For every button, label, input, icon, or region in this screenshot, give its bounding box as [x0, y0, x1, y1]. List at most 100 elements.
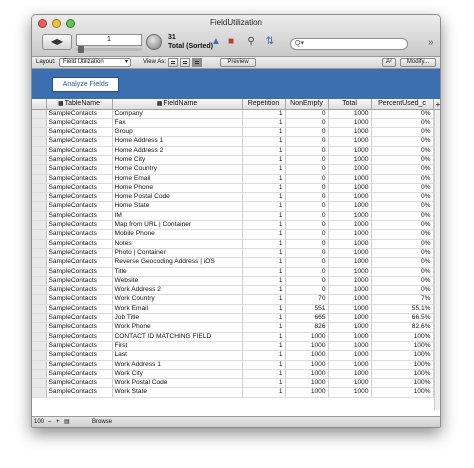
- table-row[interactable]: SampleContacts Work Address 2 1 0 1000 0%: [32, 285, 434, 296]
- cell-total[interactable]: 1000: [328, 257, 372, 268]
- row-gutter[interactable]: [32, 239, 47, 249]
- cell-total[interactable]: 1000: [328, 164, 372, 175]
- cell-fieldname[interactable]: Last: [112, 350, 243, 361]
- table-row[interactable]: SampleContacts Map from URL | Container 1 0…: [32, 220, 434, 231]
- cell-nonempty[interactable]: 665: [285, 313, 329, 324]
- row-gutter[interactable]: [32, 360, 47, 370]
- cell-tablename[interactable]: SampleContacts: [46, 211, 113, 222]
- cell-total[interactable]: 1000: [328, 378, 372, 389]
- cell-total[interactable]: 1000: [328, 220, 372, 231]
- cell-percentused[interactable]: 100%: [371, 341, 434, 352]
- cell-nonempty[interactable]: 0: [285, 257, 329, 268]
- cell-nonempty[interactable]: 0: [285, 211, 329, 222]
- cell-repetition[interactable]: 1: [242, 118, 286, 129]
- cell-percentused[interactable]: 0%: [371, 211, 434, 222]
- cell-repetition[interactable]: 1: [242, 387, 286, 398]
- table-row[interactable]: SampleContacts Work State 1 1000 1000 100%: [32, 387, 434, 398]
- cell-repetition[interactable]: 1: [242, 248, 286, 259]
- cell-nonempty[interactable]: 0: [285, 118, 329, 129]
- table-row[interactable]: SampleContacts Job Title 1 665 1000 66.5%: [32, 313, 434, 324]
- cell-total[interactable]: 1000: [328, 211, 372, 222]
- row-gutter[interactable]: [32, 350, 47, 361]
- table-row[interactable]: SampleContacts Work Phone 1 826 1000 82.6%: [32, 322, 434, 333]
- table-row[interactable]: SampleContacts Company 1 0 1000 0%: [32, 109, 434, 119]
- cell-percentused[interactable]: 0%: [371, 220, 434, 231]
- cell-tablename[interactable]: SampleContacts: [46, 127, 113, 138]
- cell-total[interactable]: 1000: [328, 229, 372, 240]
- quick-find-search-input[interactable]: Q▾: [290, 38, 408, 50]
- cell-percentused[interactable]: 0%: [371, 257, 434, 268]
- cell-total[interactable]: 1000: [328, 313, 372, 324]
- cell-nonempty[interactable]: 0: [285, 220, 329, 231]
- row-gutter[interactable]: [32, 146, 47, 157]
- cell-tablename[interactable]: SampleContacts: [46, 360, 113, 370]
- cell-nonempty[interactable]: 1000: [285, 350, 329, 361]
- cell-tablename[interactable]: SampleContacts: [46, 109, 113, 119]
- cell-nonempty[interactable]: 1000: [285, 378, 329, 389]
- column-header-repetition[interactable]: Repetition: [242, 99, 286, 110]
- row-gutter[interactable]: [32, 369, 47, 380]
- cell-nonempty[interactable]: 0: [285, 248, 329, 259]
- preview-button[interactable]: Preview: [220, 58, 256, 67]
- cell-total[interactable]: 1000: [328, 341, 372, 352]
- cell-tablename[interactable]: SampleContacts: [46, 155, 113, 166]
- table-row[interactable]: SampleContacts Work Address 1 1 1000 1000 100…: [32, 360, 434, 370]
- row-gutter[interactable]: [32, 127, 47, 138]
- column-header-tablename[interactable]: ▮▮ TableName: [46, 99, 113, 110]
- row-gutter[interactable]: [32, 387, 47, 398]
- table-row[interactable]: SampleContacts Fax 1 0 1000 0%: [32, 118, 434, 129]
- row-gutter[interactable]: [32, 248, 47, 259]
- modify-button[interactable]: Modify...: [400, 58, 436, 67]
- row-gutter[interactable]: [32, 183, 47, 194]
- cell-nonempty[interactable]: 826: [285, 322, 329, 333]
- record-slider[interactable]: [76, 48, 142, 51]
- cell-repetition[interactable]: 1: [242, 220, 286, 231]
- zoom-out-icon[interactable]: –: [48, 417, 51, 427]
- cell-repetition[interactable]: 1: [242, 239, 286, 249]
- table-row[interactable]: SampleContacts Website 1 0 1000 0%: [32, 276, 434, 287]
- delete-record-icon[interactable]: ■: [225, 36, 237, 48]
- cell-repetition[interactable]: 1: [242, 313, 286, 324]
- cell-percentused[interactable]: 0%: [371, 109, 434, 119]
- table-row[interactable]: SampleContacts Work Postal Code 1 1000 1000 1…: [32, 378, 434, 389]
- table-row[interactable]: SampleContacts Photo | Container 1 0 1000 0%: [32, 248, 434, 259]
- cell-tablename[interactable]: SampleContacts: [46, 183, 113, 194]
- cell-nonempty[interactable]: 0: [285, 155, 329, 166]
- cell-nonempty[interactable]: 1000: [285, 387, 329, 398]
- cell-tablename[interactable]: SampleContacts: [46, 350, 113, 361]
- row-gutter[interactable]: [32, 155, 47, 166]
- cell-percentused[interactable]: 0%: [371, 174, 434, 184]
- add-column-button[interactable]: +: [434, 100, 440, 110]
- cell-fieldname[interactable]: Home City: [112, 155, 243, 166]
- cell-repetition[interactable]: 1: [242, 109, 286, 119]
- row-gutter[interactable]: [32, 164, 47, 175]
- cell-percentused[interactable]: 100%: [371, 350, 434, 361]
- record-slider-knob[interactable]: [78, 46, 84, 53]
- cell-repetition[interactable]: 1: [242, 155, 286, 166]
- text-format-button[interactable]: A²: [382, 58, 396, 67]
- table-row[interactable]: SampleContacts Home Phone 1 0 1000 0%: [32, 183, 434, 194]
- record-number-field[interactable]: 1: [76, 34, 142, 46]
- cell-tablename[interactable]: SampleContacts: [46, 322, 113, 333]
- cell-repetition[interactable]: 1: [242, 174, 286, 184]
- cell-fieldname[interactable]: Company: [112, 109, 243, 119]
- cell-nonempty[interactable]: 0: [285, 109, 329, 119]
- table-row[interactable]: SampleContacts Work Email 1 551 1000 55.1%: [32, 304, 434, 315]
- cell-repetition[interactable]: 1: [242, 378, 286, 389]
- cell-repetition[interactable]: 1: [242, 360, 286, 370]
- cell-repetition[interactable]: 1: [242, 304, 286, 315]
- row-gutter[interactable]: [32, 285, 47, 296]
- cell-percentused[interactable]: 0%: [371, 201, 434, 212]
- cell-repetition[interactable]: 1: [242, 369, 286, 380]
- cell-fieldname[interactable]: Work State: [112, 387, 243, 398]
- cell-tablename[interactable]: SampleContacts: [46, 313, 113, 324]
- cell-nonempty[interactable]: 0: [285, 146, 329, 157]
- cell-total[interactable]: 1000: [328, 369, 372, 380]
- cell-nonempty[interactable]: 0: [285, 183, 329, 194]
- cell-percentused[interactable]: 100%: [371, 360, 434, 370]
- sort-icon[interactable]: ⇅: [264, 36, 276, 48]
- row-gutter[interactable]: [32, 211, 47, 222]
- table-row[interactable]: SampleContacts Last 1 1000 1000 100%: [32, 350, 434, 361]
- column-header-percentused[interactable]: PercentUsed_c: [371, 99, 434, 110]
- column-header-total[interactable]: Total: [328, 99, 372, 110]
